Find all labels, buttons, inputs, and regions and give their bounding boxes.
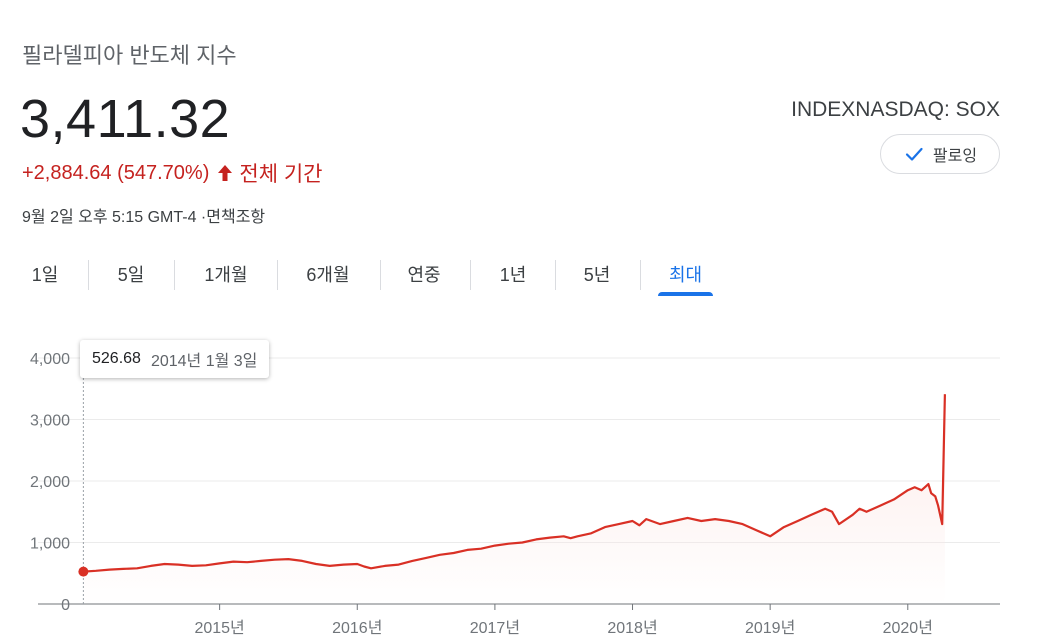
tab-divider [640, 260, 641, 290]
tab-6m[interactable]: 6개월 [292, 252, 364, 296]
change-value: +2,884.64 (547.70%) [22, 161, 210, 184]
tab-divider [555, 260, 556, 290]
tab-label: 연중 [407, 265, 441, 285]
tab-1y[interactable]: 1년 [486, 252, 540, 296]
follow-button[interactable]: 팔로잉 [880, 134, 1000, 174]
tab-label: 6개월 [306, 265, 350, 285]
tab-divider [380, 260, 381, 290]
y-tick-label: 0 [61, 597, 70, 614]
tab-1d[interactable]: 1일 [18, 252, 72, 296]
hover-point [78, 566, 89, 577]
tab-label: 1일 [31, 265, 59, 285]
y-tick-label: 3,000 [30, 413, 70, 430]
tab-label: 5일 [117, 265, 145, 285]
y-tick-label: 4,000 [30, 351, 70, 368]
arrow-up-icon [218, 165, 233, 181]
tooltip-date: 2014년 1월 3일 [150, 353, 258, 370]
x-tick-label: 2020년 [883, 619, 933, 637]
tab-label: 1개월 [204, 265, 248, 285]
active-tab-indicator [658, 292, 713, 296]
x-tick-label: 2016년 [332, 619, 382, 637]
series-area [83, 394, 945, 604]
current-price: 3,411.32 [20, 89, 231, 149]
tab-divider [88, 260, 89, 290]
tab-label: 1년 [499, 265, 527, 285]
y-tick-label: 1,000 [30, 536, 70, 553]
x-tick-label: 2015년 [194, 619, 244, 637]
tab-divider [277, 260, 278, 290]
tab-divider [174, 260, 175, 290]
ticker-symbol: INDEXNASDAQ: SOX [791, 98, 1000, 121]
tab-label: 최대 [668, 265, 703, 285]
x-tick-label: 2017년 [470, 619, 520, 637]
x-tick-label: 2019년 [745, 619, 795, 637]
timestamp-disclaimer: 9월 2일 오후 5:15 GMT-4 ·면책조항 [22, 209, 266, 226]
chart-tooltip: 526.68 2014년 1월 3일 [80, 340, 270, 378]
tab-5y[interactable]: 5년 [570, 252, 624, 296]
follow-label: 팔로잉 [932, 148, 978, 165]
tab-1m[interactable]: 1개월 [190, 252, 262, 296]
page-title: 필라델피아 반도체 지수 [22, 43, 237, 68]
tab-divider [470, 260, 471, 290]
check-icon [905, 147, 923, 161]
x-tick-label: 2018년 [607, 619, 657, 637]
range-tabs: 1일 5일 1개월 6개월 연중 1년 5년 최대 [0, 252, 760, 298]
tab-5d[interactable]: 5일 [104, 252, 158, 296]
change-period: 전체 기간 [239, 163, 323, 186]
tab-ytd[interactable]: 연중 [394, 252, 454, 296]
tab-max[interactable]: 최대 [658, 252, 713, 296]
price-change: +2,884.64 (547.70%) 전체 기간 [22, 158, 323, 188]
tooltip-value: 526.68 [92, 350, 141, 367]
y-tick-label: 2,000 [30, 474, 70, 491]
tab-label: 5년 [583, 265, 611, 285]
